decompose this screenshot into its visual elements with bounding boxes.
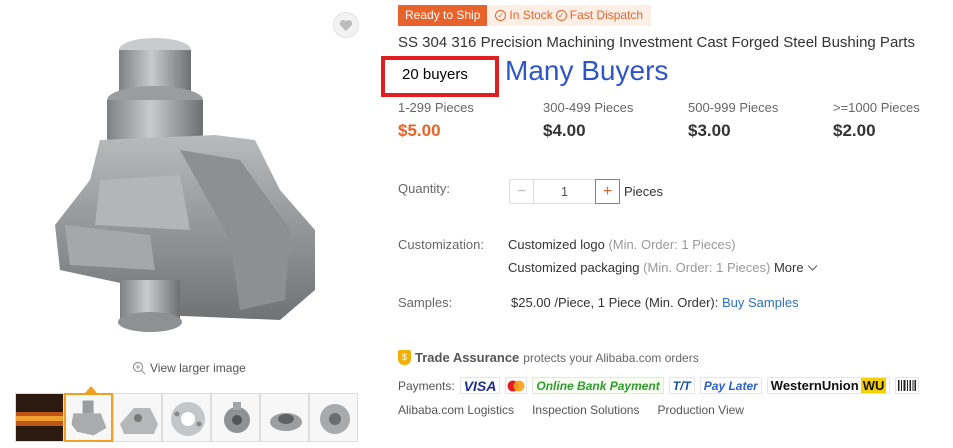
valve-thumb-image <box>224 402 250 433</box>
bushing-thumb-image <box>71 400 107 436</box>
more-button[interactable]: More <box>774 260 818 275</box>
customized-packaging-min: (Min. Order: 1 Pieces) <box>643 260 771 275</box>
price-tier: 300-499 Pieces $4.00 <box>543 100 688 141</box>
thumbnail-4[interactable] <box>162 393 211 442</box>
badge-row: Ready to Ship ✓ In Stock ✓ Fast Dispatch <box>398 5 652 26</box>
mastercard-icon <box>505 377 528 394</box>
boleto-icon <box>895 377 920 394</box>
customized-logo-min: (Min. Order: 1 Pieces) <box>608 237 736 252</box>
western-union-icon: WesternUnion WU <box>766 377 891 394</box>
payments-label: Payments: <box>398 378 455 393</box>
check-circle-icon: ✓ <box>495 10 507 21</box>
online-bank-payment-icon: Online Bank Payment <box>532 377 664 394</box>
tt-icon: T/T <box>668 377 695 394</box>
buyers-count: 20 buyers <box>402 66 468 83</box>
tier-price: $2.00 <box>833 121 876 140</box>
ring-thumb-image <box>270 413 302 431</box>
visa-icon: VISA <box>459 377 501 394</box>
product-title: SS 304 316 Precision Machining Investmen… <box>398 34 915 51</box>
thumbnail-2[interactable] <box>64 393 113 442</box>
quantity-label: Quantity: <box>398 181 451 196</box>
bracket-thumb-image <box>120 408 158 434</box>
thumbnail-6[interactable] <box>260 393 309 442</box>
shield-icon: $ <box>398 350 411 365</box>
buy-samples-link[interactable]: Buy Samples <box>722 295 799 310</box>
hub-thumb-image <box>320 404 350 434</box>
in-stock-label: In Stock <box>509 8 553 22</box>
trade-assurance: $ Trade Assurance protects your Alibaba.… <box>398 350 699 365</box>
trade-assurance-title[interactable]: Trade Assurance <box>415 350 519 365</box>
ready-to-ship-badge: Ready to Ship <box>398 5 488 26</box>
heart-icon <box>339 19 353 31</box>
quantity-stepper: − 1 + Pieces <box>509 179 663 204</box>
tier-price: $3.00 <box>688 121 731 140</box>
samples-info: $25.00 /Piece, 1 Piece (Min. Order): Buy… <box>511 295 799 310</box>
quantity-plus-button[interactable]: + <box>595 179 620 204</box>
trade-assurance-text: protects your Alibaba.com orders <box>523 350 699 365</box>
wu-label: WU <box>860 378 887 393</box>
stock-dispatch-badge: ✓ In Stock ✓ Fast Dispatch <box>487 5 652 26</box>
production-view-link[interactable]: Production View <box>657 403 744 417</box>
price-tier: >=1000 Pieces $2.00 <box>833 100 953 141</box>
quantity-input[interactable]: 1 <box>534 179 595 204</box>
service-links: Alibaba.com Logistics Inspection Solutio… <box>398 403 744 417</box>
customized-packaging-label: Customized packaging <box>508 260 640 275</box>
price-tier: 500-999 Pieces $3.00 <box>688 100 833 141</box>
thumbnail-caret <box>85 386 97 393</box>
thumbnail-1[interactable] <box>15 393 64 442</box>
customized-logo-label: Customized logo <box>508 237 605 252</box>
samples-price: $25.00 /Piece, 1 Piece (Min. Order): <box>511 295 719 310</box>
customization-logo: Customized logo (Min. Order: 1 Pieces) <box>508 237 736 252</box>
inspection-link[interactable]: Inspection Solutions <box>532 403 639 417</box>
product-main-image[interactable] <box>40 30 340 340</box>
more-label: More <box>773 260 804 275</box>
payment-methods: Payments: VISA Online Bank Payment T/T P… <box>398 377 920 394</box>
logistics-link[interactable]: Alibaba.com Logistics <box>398 403 514 417</box>
price-tiers: 1-299 Pieces $5.00 300-499 Pieces $4.00 … <box>398 100 953 141</box>
many-buyers-annotation: Many Buyers <box>505 55 669 86</box>
thumbnail-7[interactable] <box>309 393 358 442</box>
thumbnail-3[interactable] <box>113 393 162 442</box>
tier-range: 300-499 Pieces <box>543 100 634 115</box>
furnace-image <box>16 412 63 426</box>
chevron-down-icon <box>807 265 818 271</box>
samples-label: Samples: <box>398 295 453 310</box>
tier-range: 500-999 Pieces <box>688 100 779 115</box>
fast-dispatch-label: Fast Dispatch <box>569 8 644 22</box>
customization-packaging: Customized packaging (Min. Order: 1 Piec… <box>508 260 818 275</box>
thumbnail-5[interactable] <box>211 393 260 442</box>
quantity-minus-button[interactable]: − <box>509 179 534 204</box>
zoom-icon <box>132 361 146 375</box>
tier-price: $5.00 <box>398 121 441 140</box>
view-larger-label: View larger image <box>150 361 246 375</box>
check-circle-icon: ✓ <box>555 10 567 21</box>
flange-thumb-image <box>171 402 205 436</box>
view-larger-link[interactable]: View larger image <box>132 361 246 375</box>
tier-price: $4.00 <box>543 121 586 140</box>
tier-range: 1-299 Pieces <box>398 100 474 115</box>
tier-range: >=1000 Pieces <box>833 100 920 115</box>
quantity-unit: Pieces <box>624 184 664 199</box>
pay-later-icon: Pay Later <box>699 377 762 394</box>
western-union-label: WesternUnion <box>770 378 859 393</box>
product-gallery: View larger image <box>0 0 372 448</box>
thumbnail-strip <box>15 393 358 442</box>
price-tier: 1-299 Pieces $5.00 <box>398 100 543 141</box>
customization-label: Customization: <box>398 237 484 252</box>
product-info: Ready to Ship ✓ In Stock ✓ Fast Dispatch… <box>381 0 953 448</box>
